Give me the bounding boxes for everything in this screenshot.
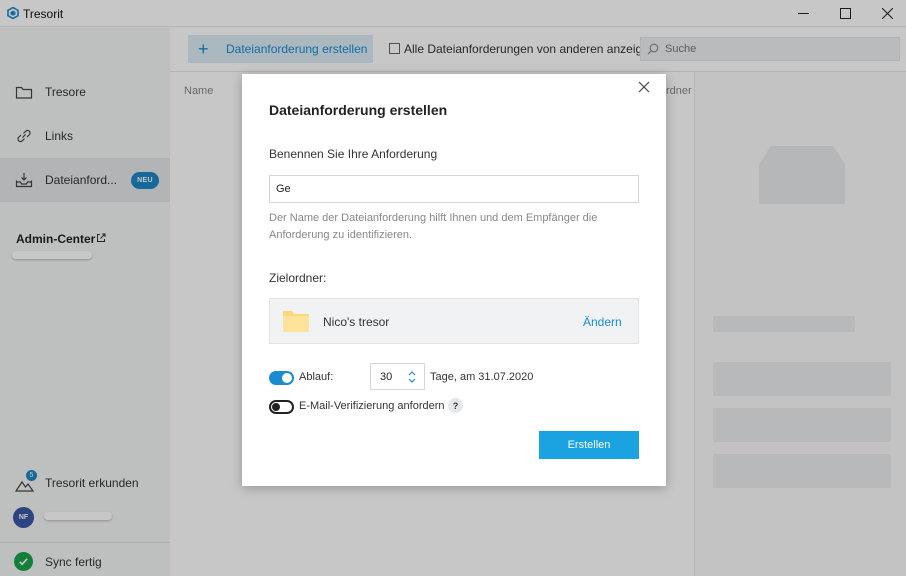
close-dialog-icon[interactable] (636, 79, 652, 95)
dialog-title: Dateianforderung erstellen (269, 102, 448, 118)
help-icon[interactable]: ? (448, 398, 463, 413)
folder-icon (283, 311, 309, 332)
email-verification-label: E-Mail-Verifizierung anfordern (299, 400, 445, 412)
expiry-days-value[interactable]: 30 (380, 371, 392, 383)
target-folder-label: Zielordner: (269, 271, 327, 285)
stepper-arrows-icon[interactable] (407, 369, 417, 385)
create-file-request-dialog: Dateianforderung erstellen Benennen Sie … (242, 74, 666, 486)
expiry-date-text: Tage, am 31.07.2020 (430, 371, 534, 383)
email-verification-toggle[interactable] (269, 400, 294, 414)
expiry-label: Ablauf: (299, 371, 334, 383)
request-name-label: Benennen Sie Ihre Anforderung (269, 147, 438, 161)
change-folder-link[interactable]: Ändern (583, 315, 622, 329)
target-folder-name: Nico's tresor (323, 315, 390, 329)
expiry-toggle[interactable] (269, 371, 294, 385)
request-name-hint: Der Name der Dateianforderung hilft Ihne… (269, 212, 598, 241)
target-folder-box: Nico's tresor Ändern (269, 298, 639, 344)
create-button[interactable]: Erstellen (539, 431, 639, 459)
request-name-input[interactable] (269, 175, 639, 203)
expiry-days-stepper[interactable]: 30 (370, 363, 425, 390)
